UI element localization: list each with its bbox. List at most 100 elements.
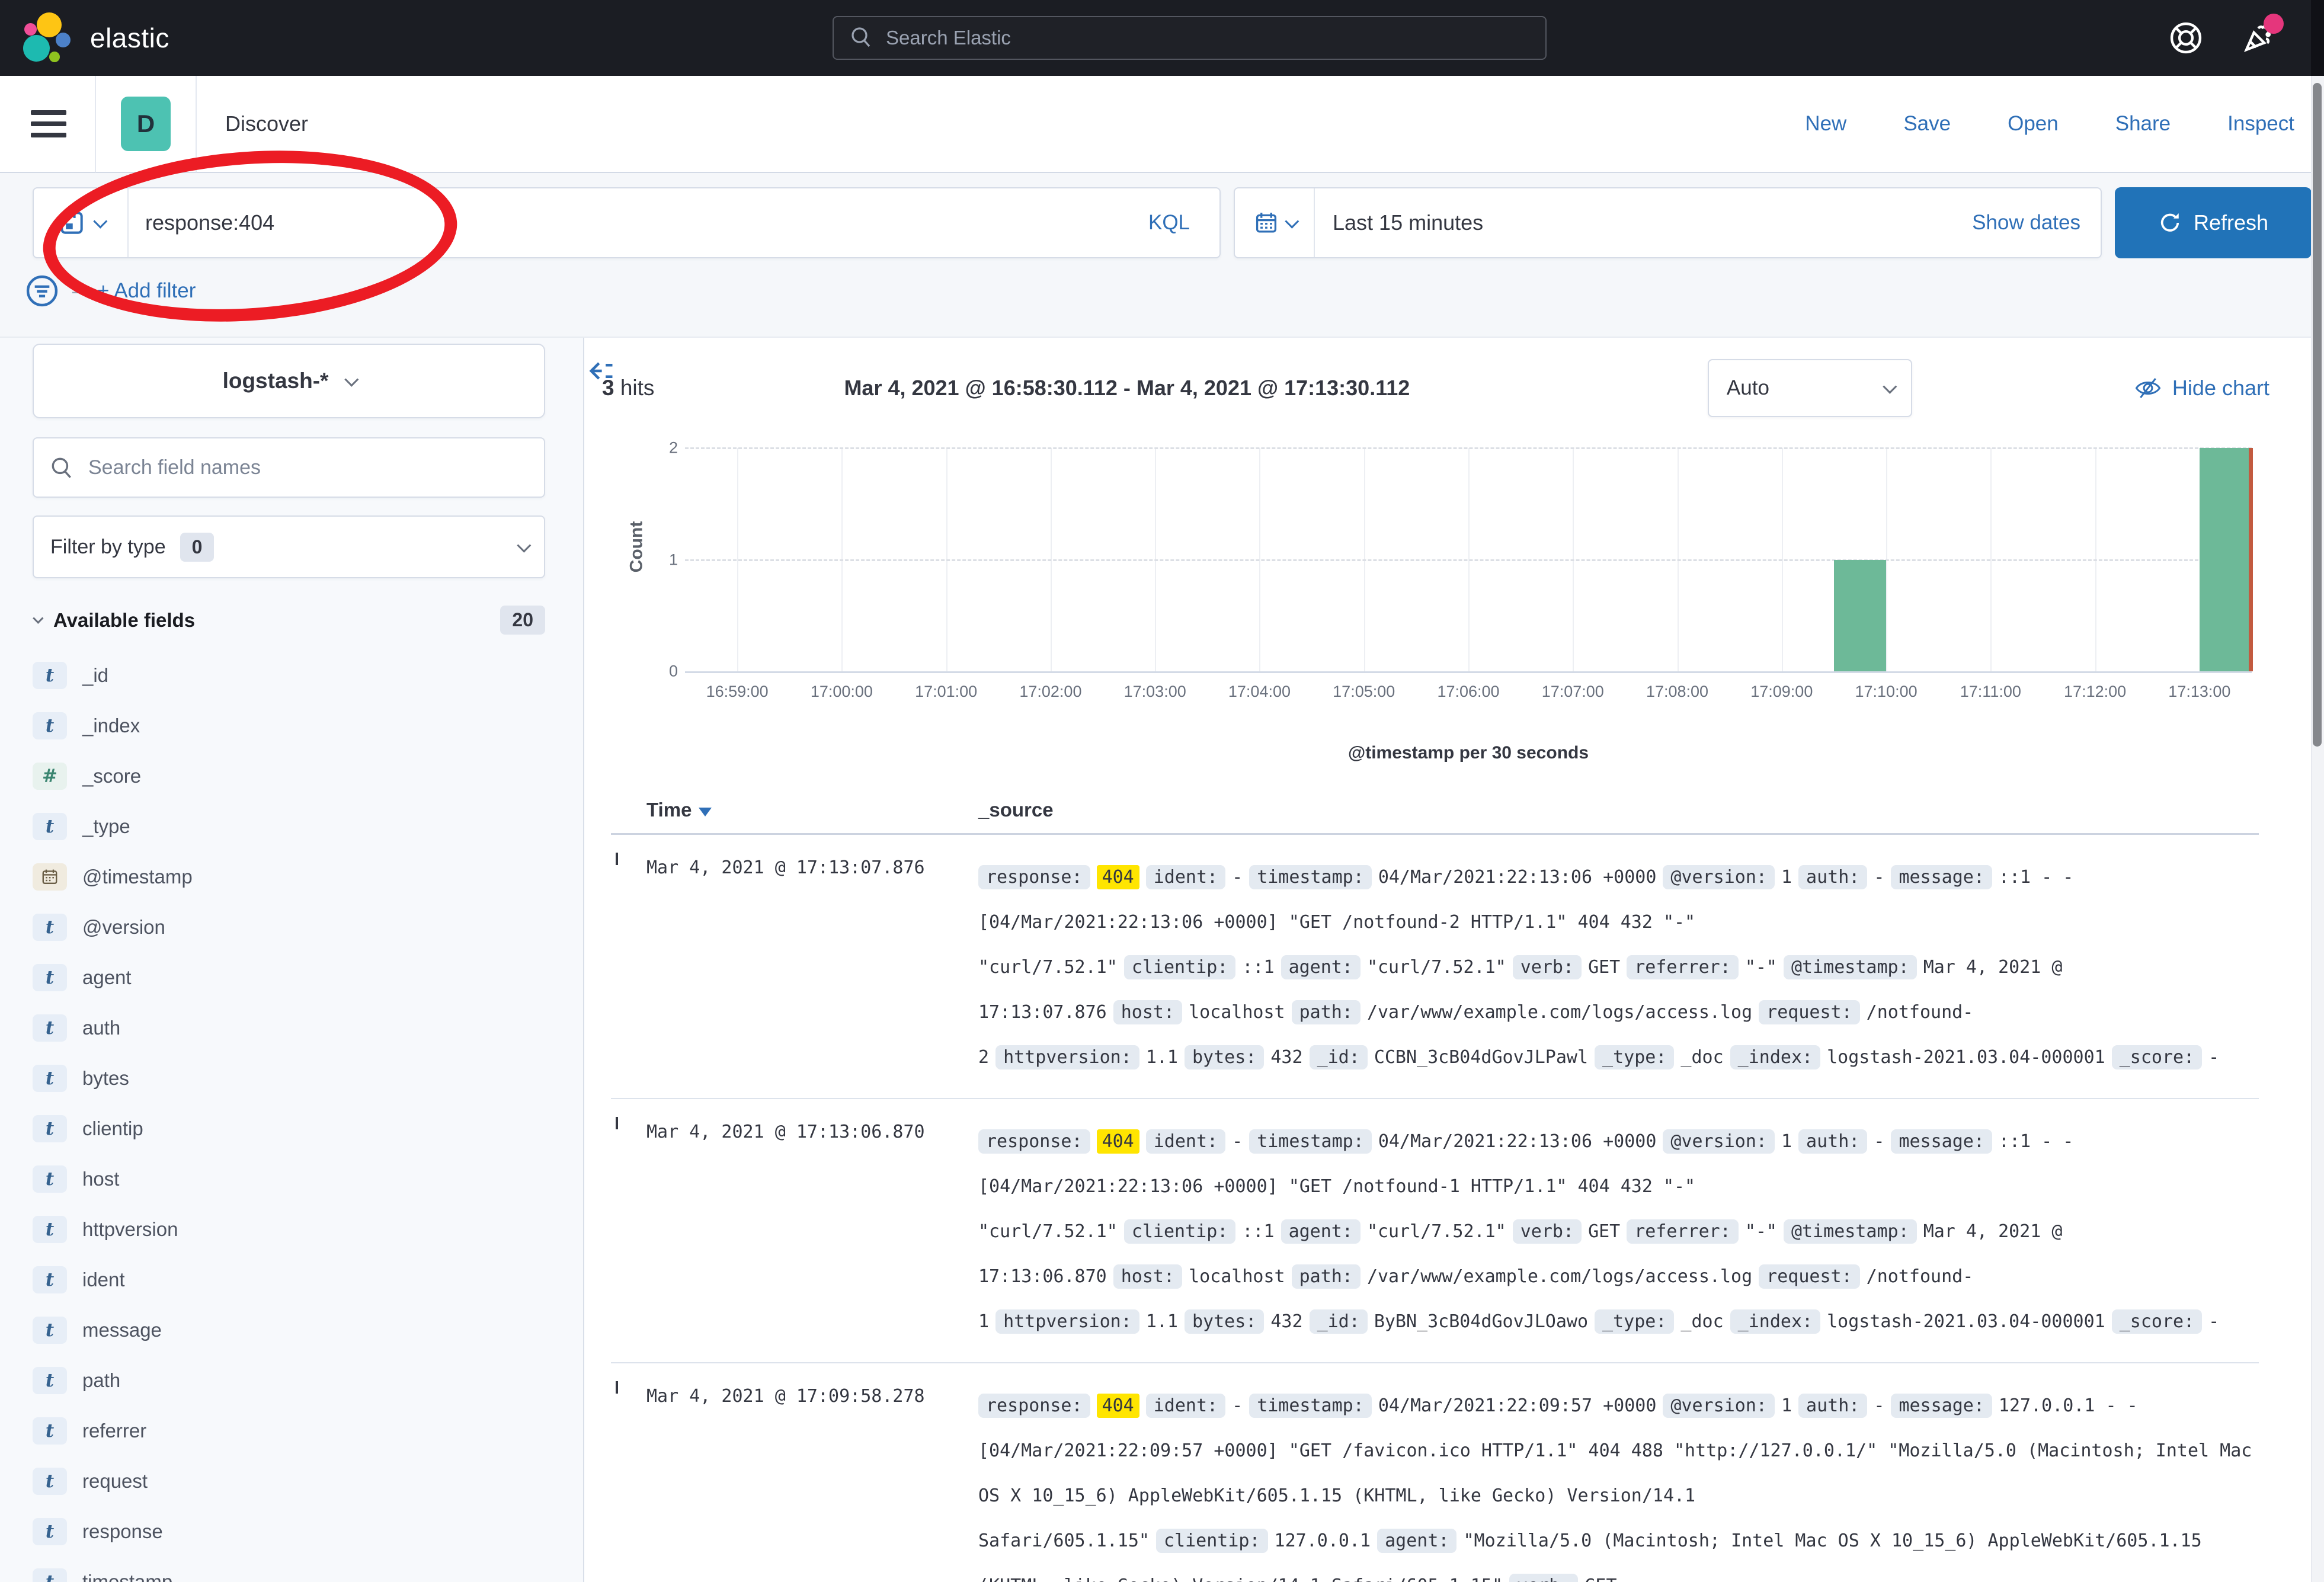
time-range-value[interactable]: Last 15 minutes [1315, 210, 1972, 235]
field-item-path[interactable]: tpath [33, 1355, 545, 1405]
y-gridline [685, 559, 2252, 561]
query-input-box[interactable]: response:404 KQL [33, 187, 1221, 258]
field-value: "-" [1745, 957, 1777, 978]
x-tick-label: 16:59:00 [706, 683, 769, 701]
field-label: verb: [1513, 955, 1582, 979]
toolbar: D Discover NewSaveOpenShareInspect [0, 76, 2324, 173]
string-field-icon: t [33, 1568, 67, 1582]
field-label: host: [1113, 1000, 1182, 1024]
field-item-referrer[interactable]: t referrer [33, 1405, 545, 1456]
toolbar-action-new[interactable]: New [1805, 112, 1846, 136]
field-item-clientip[interactable]: tclientip [33, 1103, 545, 1154]
query-input[interactable]: response:404 [129, 210, 1119, 235]
field-label: response: [978, 1394, 1090, 1418]
field-label: message: [1891, 1129, 1992, 1154]
string-field-icon: t [33, 1266, 67, 1293]
collapse-sidebar-icon[interactable] [585, 356, 616, 386]
field-item-response[interactable]: tresponse [33, 1506, 545, 1557]
field-search-input[interactable]: Search field names [33, 437, 545, 498]
string-field-icon: t [33, 813, 67, 840]
filter-dash: – [72, 278, 84, 303]
toolbar-action-share[interactable]: Share [2115, 112, 2171, 136]
page-scrollbar[interactable] [2311, 0, 2324, 1582]
saved-query-menu-button[interactable] [34, 188, 129, 257]
field-label: agent: [1281, 955, 1361, 979]
x-tick-label: 17:06:00 [1437, 683, 1499, 701]
toolbar-action-open[interactable]: Open [2008, 112, 2059, 136]
show-dates-button[interactable]: Show dates [1972, 211, 2101, 235]
field-value: ::1 [1242, 957, 1274, 978]
histogram-bar[interactable] [1834, 560, 1886, 672]
add-filter-button[interactable]: + Add filter [97, 279, 196, 303]
field-name: request [82, 1470, 148, 1493]
field-item-auth[interactable]: tauth [33, 1003, 545, 1053]
field-item-bytes[interactable]: tbytes [33, 1053, 545, 1103]
histogram-bar[interactable] [2200, 448, 2252, 671]
menu-icon[interactable] [31, 110, 66, 137]
available-fields-header[interactable]: Available fields 20 [33, 606, 545, 635]
field-item-ident[interactable]: tident [33, 1254, 545, 1305]
field-item-@timestamp[interactable]: @timestamp [33, 851, 545, 902]
global-search-input[interactable]: Search Elastic [833, 16, 1547, 60]
field-list: t_idt_index#_scoret_type@timestampt@vers… [33, 650, 545, 1582]
expand-row-icon[interactable] [616, 1117, 618, 1129]
index-pattern-name: logstash-* [223, 369, 329, 393]
field-item-host[interactable]: thost [33, 1154, 545, 1204]
string-field-icon: t [33, 1417, 67, 1445]
expand-row-icon[interactable] [616, 853, 618, 865]
field-label: timestamp: [1249, 1394, 1372, 1418]
field-item-agent[interactable]: tagent [33, 952, 545, 1003]
field-label: @version: [1663, 1394, 1775, 1418]
date-picker[interactable]: Last 15 minutes Show dates [1234, 187, 2102, 258]
query-language-button[interactable]: KQL [1119, 211, 1219, 235]
field-value: - [1232, 1131, 1243, 1152]
refresh-button[interactable]: Refresh [2115, 187, 2312, 258]
toolbar-action-save[interactable]: Save [1903, 112, 1951, 136]
table-row: Mar 4, 2021 @ 17:13:06.870response:404id… [611, 1099, 2259, 1363]
field-name: referrer [82, 1420, 146, 1442]
field-value: logstash-2021.03.04-000001 [1827, 1311, 2105, 1332]
index-pattern-select[interactable]: logstash-* [33, 344, 545, 418]
elastic-logo[interactable]: elastic [20, 11, 169, 65]
field-value: ::1 [1242, 1221, 1274, 1242]
filter-by-type-select[interactable]: Filter by type 0 [33, 515, 545, 578]
interval-select[interactable]: Auto [1708, 359, 1912, 417]
field-value: logstash-2021.03.04-000001 [1827, 1047, 2105, 1068]
field-label: agent: [1377, 1529, 1456, 1553]
field-item-_index[interactable]: t_index [33, 700, 545, 751]
field-item-message[interactable]: tmessage [33, 1305, 545, 1355]
field-label: request: [1759, 1264, 1860, 1289]
field-item-@version[interactable]: t@version [33, 902, 545, 952]
y-tick-label: 2 [654, 439, 678, 457]
results-header: 3 hits Mar 4, 2021 @ 16:58:30.112 - Mar … [584, 359, 2324, 417]
hide-chart-button[interactable]: Hide chart [2134, 374, 2269, 402]
space-avatar[interactable]: D [121, 97, 171, 151]
field-item-request[interactable]: trequest [33, 1456, 545, 1506]
time-column-header[interactable]: Time [646, 799, 978, 821]
field-item-timestamp[interactable]: ttimestamp [33, 1557, 545, 1582]
field-item-_id[interactable]: t_id [33, 650, 545, 700]
field-name: message [82, 1319, 162, 1341]
field-label: httpversion: [995, 1309, 1139, 1334]
field-value: - [1874, 867, 1884, 888]
interval-value: Auto [1727, 376, 1769, 400]
notification-dot [2264, 14, 2284, 34]
field-item-_score[interactable]: #_score [33, 751, 545, 801]
scrollbar-thumb[interactable] [2313, 83, 2322, 747]
field-label: _id: [1310, 1309, 1368, 1334]
newsfeed-icon[interactable] [2241, 21, 2275, 55]
field-item-_type[interactable]: t_type [33, 801, 545, 851]
field-value: GET [1588, 957, 1620, 978]
doc-source: response:404ident:-timestamp:04/Mar/2021… [978, 1384, 2259, 1582]
quick-select-button[interactable] [1235, 188, 1315, 257]
filter-sets-icon[interactable] [25, 274, 59, 308]
field-value: 1.1 [1146, 1311, 1178, 1332]
expand-row-icon[interactable] [616, 1381, 618, 1394]
field-item-httpversion[interactable]: thttpversion [33, 1204, 545, 1254]
elastic-logo-text: elastic [90, 22, 169, 54]
field-label: path: [1292, 1000, 1361, 1024]
field-label: clientip: [1124, 1219, 1236, 1244]
help-icon[interactable] [2169, 21, 2203, 55]
toolbar-action-inspect[interactable]: Inspect [2227, 112, 2294, 136]
string-field-icon: t [33, 1216, 67, 1243]
